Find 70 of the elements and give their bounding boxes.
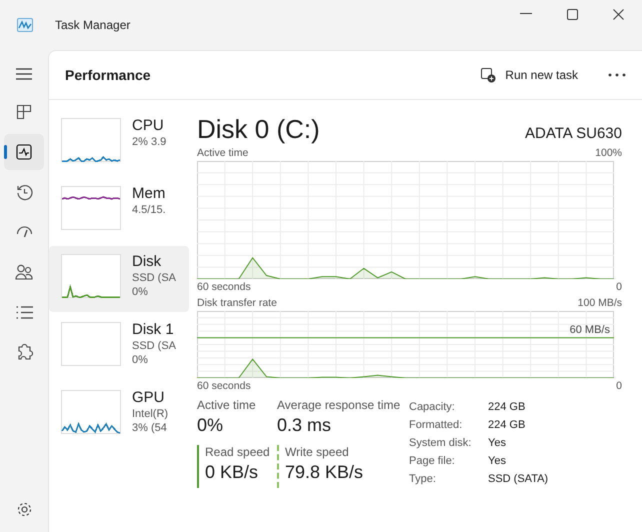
- sparkline: [61, 118, 121, 162]
- device-detail: SSD (SA: [132, 271, 176, 285]
- page-title: Performance: [65, 67, 151, 83]
- device-item[interactable]: Disk 1 SSD (SA 0%: [49, 314, 189, 380]
- device-name: Disk 1: [132, 320, 175, 339]
- property-value: 224 GB: [488, 418, 526, 433]
- axis-label: 0: [616, 280, 622, 295]
- sparkline: [61, 186, 121, 230]
- app-icon: [17, 18, 33, 32]
- menu-icon[interactable]: [16, 68, 32, 80]
- reference-label: 60 MB/s: [570, 324, 610, 336]
- stat-value: 0%: [197, 414, 224, 437]
- grid-icon[interactable]: [16, 104, 32, 120]
- property-label: Capacity:: [409, 400, 456, 415]
- stat-value: 0.3 ms: [277, 414, 332, 437]
- more-icon[interactable]: [608, 73, 626, 77]
- device-detail: 3% (54: [132, 421, 168, 435]
- device-detail: 2% 3.9: [132, 135, 166, 149]
- axis-label: 60 seconds: [197, 280, 251, 295]
- gauge-icon[interactable]: [16, 225, 32, 239]
- window-title: Task Manager: [55, 18, 130, 32]
- sparkline: [61, 322, 121, 366]
- device-name: Disk: [132, 252, 162, 271]
- device-detail: 0%: [132, 353, 149, 367]
- property-label: Type:: [409, 472, 437, 487]
- history-icon[interactable]: [16, 184, 32, 200]
- property-value: 224 GB: [488, 400, 526, 415]
- disk-model: ADATA SU630: [525, 125, 622, 142]
- device-item[interactable]: GPU Intel(R) 3% (54: [49, 382, 189, 448]
- minimize-icon[interactable]: [520, 13, 532, 15]
- device-detail: SSD (SA: [132, 339, 176, 353]
- settings-icon[interactable]: [16, 501, 32, 518]
- sparkline: [61, 254, 121, 298]
- device-item[interactable]: CPU 2% 3.9: [49, 110, 189, 176]
- device-name: CPU: [132, 116, 165, 135]
- axis-label: 0: [616, 379, 622, 394]
- axis-label: 100%: [595, 146, 622, 161]
- sparkline: [61, 390, 121, 434]
- device-detail: 0%: [132, 285, 149, 299]
- device-item[interactable]: Disk SSD (SA 0%: [49, 246, 189, 312]
- add-task-icon: [481, 68, 496, 82]
- device-name: Mem: [132, 184, 166, 203]
- stat-label: Average response time: [277, 398, 402, 412]
- device-item[interactable]: Mem 4.5/15.: [49, 178, 189, 244]
- property-value: Yes: [488, 454, 507, 469]
- property-value: SSD (SATA): [488, 472, 548, 487]
- stat-label: Write speed: [285, 445, 350, 459]
- property-label: Formatted:: [409, 418, 464, 433]
- axis-label: 100 MB/s: [578, 296, 622, 311]
- stat-label: Read speed: [205, 445, 271, 459]
- run-new-task-button[interactable]: Run new task: [475, 62, 584, 88]
- property-label: Page file:: [409, 454, 456, 469]
- device-detail: Intel(R): [132, 407, 168, 421]
- maximize-icon[interactable]: [567, 8, 578, 20]
- stat-label: Active time: [197, 398, 257, 412]
- chart-title: Active time: [197, 146, 248, 161]
- property-value: Yes: [488, 436, 507, 451]
- stat-value: 79.8 KB/s: [285, 461, 364, 484]
- puzzle-icon[interactable]: [16, 344, 32, 360]
- axis-label: 60 seconds: [197, 379, 251, 394]
- performance-icon[interactable]: [16, 144, 32, 160]
- users-icon[interactable]: [15, 264, 33, 280]
- device-name: GPU: [132, 388, 166, 407]
- chart-title: Disk transfer rate: [197, 296, 277, 311]
- property-label: System disk:: [409, 436, 472, 451]
- stat-value: 0 KB/s: [205, 461, 260, 484]
- close-icon[interactable]: [613, 8, 624, 20]
- device-detail: 4.5/15.: [132, 203, 166, 217]
- list-icon[interactable]: [16, 306, 32, 318]
- disk-title: Disk 0 (C:): [197, 114, 320, 145]
